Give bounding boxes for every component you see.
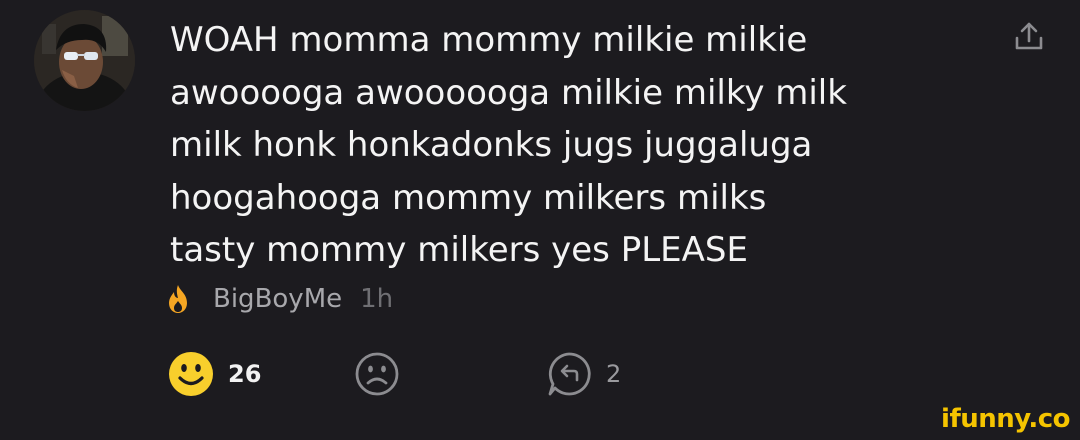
comment-text-line: WOAH momma mommy milkie milkie xyxy=(170,20,808,60)
reply-icon xyxy=(548,352,591,396)
comment-meta: BigBoyMe 1h xyxy=(165,279,393,319)
comment-text-line: hoogahooga mommy milkers milks xyxy=(170,177,767,218)
comment-card: WOAH momma mommy milkie milkie awooooga … xyxy=(0,0,1080,440)
smile-icon xyxy=(169,352,213,396)
frown-button[interactable] xyxy=(354,350,400,398)
author-name[interactable]: BigBoyMe xyxy=(213,284,342,314)
reply-count: 2 xyxy=(606,360,622,388)
avatar-image xyxy=(34,10,135,111)
reply-button[interactable]: 2 xyxy=(546,350,621,398)
comment-text: WOAH momma mommy milkie milkie awooooga … xyxy=(170,14,990,277)
comment-text-line: awooooga awoooooga milkie milky milk xyxy=(170,72,847,113)
comment-text-line: tasty mommy milkers yes PLEASE xyxy=(170,230,748,270)
comment-text-line: milk honk honkadonks jugs juggaluga xyxy=(170,125,813,165)
timestamp: 1h xyxy=(360,284,394,314)
smile-count: 26 xyxy=(228,360,262,388)
watermark: ifunny.co xyxy=(941,404,1070,434)
share-icon xyxy=(1015,22,1043,50)
smile-button[interactable]: 26 xyxy=(168,350,261,398)
avatar[interactable] xyxy=(34,10,135,111)
share-button[interactable] xyxy=(1011,18,1047,54)
frown-icon xyxy=(355,352,399,396)
flame-icon xyxy=(169,285,187,313)
